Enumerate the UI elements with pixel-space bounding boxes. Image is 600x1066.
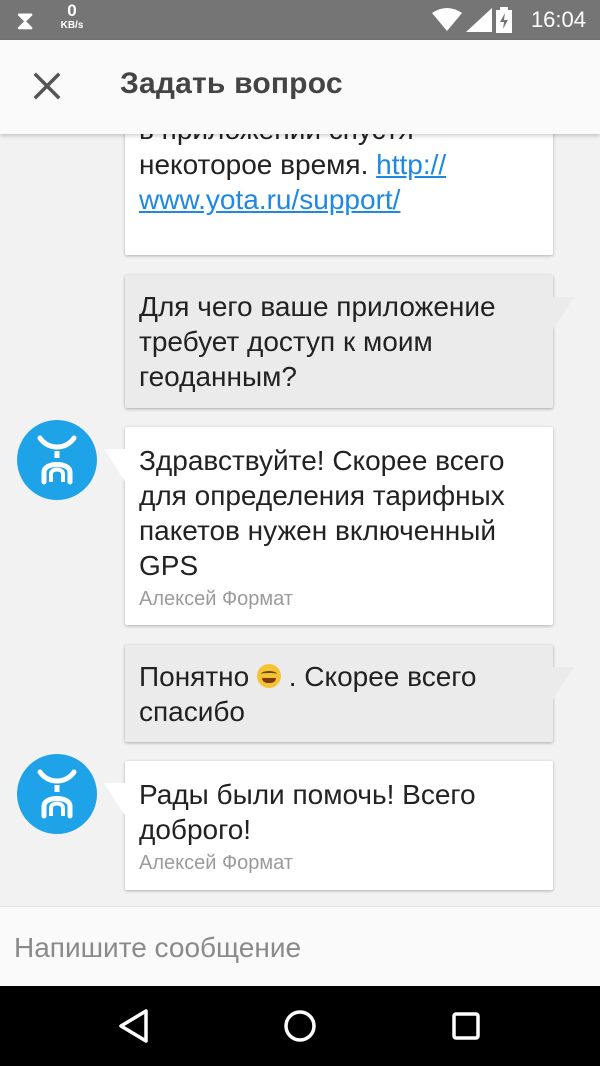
message-text-line: для определения тарифных [139,480,505,511]
cell-signal-icon [466,8,492,32]
wifi-icon [432,8,462,31]
avatar [17,420,97,500]
back-button[interactable] [114,1006,154,1046]
message-text-line: геоданным? [139,361,297,392]
app-bar: Задать вопрос [0,40,600,134]
message-text-line: некоторое время. [139,149,377,180]
message-text-line: Здравствуйте! Скорее всего [139,445,505,476]
close-icon [33,72,61,100]
message-text-line: Рады были помочь! Всего [139,779,476,810]
message-bubble-outgoing: Для чего ваше приложение требует доступ … [125,275,574,408]
message-text-line: спасибо [139,696,245,727]
status-icons [432,6,512,34]
chat-message-list[interactable]: в приложении спустя некоторое время. htt… [0,134,600,906]
bubble-tail [552,297,574,331]
message-bubble-incoming: Здравствуйте! Скорее всего для определен… [104,427,553,625]
message-text: некоторое время. http://www.yota.ru/supp… [139,147,539,217]
message-text-line: требует доступ к моим [139,326,433,357]
message-text-fragment: Понятно [139,661,257,692]
message-author: Алексей Формат [139,852,294,874]
bubble-tail [104,783,126,817]
laughing-tears-emoji-icon [256,664,281,688]
yota-logo-icon [37,435,77,485]
yota-logo-icon [37,769,77,819]
home-circle-icon [284,1010,316,1042]
home-button[interactable] [280,1006,320,1046]
network-speed: 0 KB/s [55,2,89,32]
message-input[interactable] [12,923,586,973]
message-author: Алексей Формат [139,588,294,610]
back-triangle-icon [119,1009,148,1043]
message-text-line: GPS [139,550,199,581]
hourglass-icon: ⧗ [16,5,35,35]
network-speed-unit: KB/s [60,20,84,31]
avatar [17,754,97,834]
status-time: 16:04 [530,7,586,32]
message-text-line: доброго! [139,814,252,845]
network-speed-value: 0 [67,1,77,20]
message-composer [0,906,600,986]
system-nav-bar [0,986,600,1066]
message-text-line: Понятно . Скорее всего [139,659,539,694]
message-bubble-incoming: в приложении спустя некоторое время. htt… [125,134,553,255]
message-bubble-outgoing: Понятно . Скорее всего спасибо [125,645,574,742]
status-bar: ⧗ 0 KB/s 16:04 [0,0,600,40]
message-text-line: пакетов нужен включенный [139,515,497,546]
page-title: Задать вопрос [120,67,343,100]
message-text-line: Для чего ваше приложение [139,291,496,322]
message-bubble-incoming: Рады были помочь! Всего доброго! Алексей… [104,761,553,890]
bubble-tail [104,449,126,483]
bubble-tail [552,667,574,701]
recents-square-icon [452,1012,480,1040]
battery-charging-icon [496,7,512,33]
message-text-fragment: . Скорее всего [280,661,477,692]
close-button[interactable] [24,63,70,109]
recents-button[interactable] [446,1006,486,1046]
message-text-partial: в приложении спустя [139,134,539,147]
